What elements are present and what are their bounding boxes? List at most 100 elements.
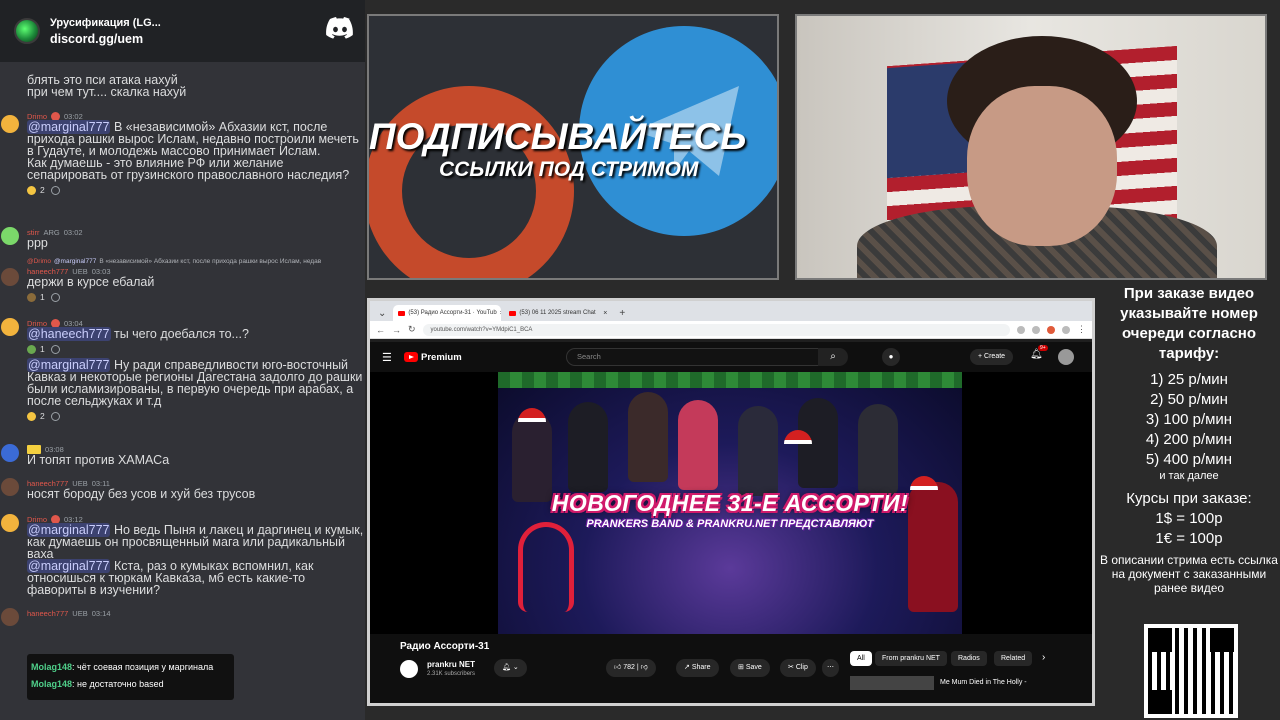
chat-message: 03:08 И топят против ХАМАСа [0,440,365,474]
youtube-header: ☰ Premium Search ⌕ ● + Create 🔔︎ 9+ [370,342,1092,372]
profile-icon[interactable] [1062,325,1070,334]
banner-subtitle: ССЫЛКИ ПОД СТРИМОМ [439,158,699,181]
emoji-icon [27,185,36,195]
menu-icon[interactable]: ⋮ [1077,324,1086,335]
tab-youtube[interactable]: (53) Радио Ассорти-31 · YouTub× [393,305,502,321]
subscribe-bell-button[interactable]: 🔔︎ ⌄ [494,659,527,677]
new-tab-button[interactable]: + [615,308,629,319]
rate-usd: 1$ = 100р [1155,510,1223,527]
search-input[interactable]: Search [566,348,846,366]
tariff-item: 4) 200 р/мин [1145,431,1233,448]
channel-avatar[interactable] [400,660,418,678]
youtube-play-icon [404,352,418,362]
close-tab-icon[interactable]: × [603,310,607,317]
avatar[interactable] [1,227,19,245]
add-reaction-icon[interactable] [50,411,60,421]
tab-bar: ⌄ (53) Радио Ассорти-31 · YouTub× (53) 0… [370,301,1092,321]
hamburger-menu-icon[interactable]: ☰ [382,351,404,364]
chevron-right-icon[interactable]: › [1042,652,1045,663]
suggested-title: Me Mum Died in The Holly - [940,679,1027,686]
reaction[interactable]: 2 [27,185,45,195]
create-label: Create [984,353,1006,360]
tariff-item: 5) 400 р/мин [1145,451,1233,468]
browser-window: ⌄ (53) Радио Ассорти-31 · YouTub× (53) 0… [367,298,1095,706]
reply-preview[interactable]: @Drimo @marginal777 В «независимой» Абха… [0,256,365,266]
tab-search-icon[interactable]: ⌄ [374,308,390,319]
clip-label: Clip [795,664,808,671]
chip-radios[interactable]: Radios [951,651,987,666]
banner-title: ПОДПИСЫВАЙТЕСЬ [369,116,747,157]
discord-header: Урусификация (LG... discord.gg/uem [0,0,365,62]
add-reaction-icon[interactable] [50,292,60,302]
chat-message: блять это пси атака нахуй при чем тут...… [0,62,365,103]
tab-title: (53) Радио Ассорти-31 · YouTub [408,310,497,316]
chip-from-channel[interactable]: From prankru NET [875,651,947,666]
close-tab-icon[interactable]: × [500,310,502,317]
reply-user: @Drimo [27,257,51,265]
server-icon[interactable] [14,18,40,44]
qr-code [1144,624,1238,718]
like-count: 782 [623,664,635,671]
avatar[interactable] [1,608,19,626]
avatar[interactable] [1,318,19,336]
mention[interactable]: @haneech777 [27,327,111,341]
phone-icon [518,522,574,612]
message-text: Как думаешь - это влияние РФ или желание… [27,156,350,182]
tab-title: (53) 06 11 2025 stream Chat [519,310,596,316]
add-reaction-icon[interactable] [50,185,60,195]
chat-message: Drimo 03:02 @marginal777 В «независимой» … [0,103,365,221]
message-text: при чем тут.... скалка нахуй [27,85,187,99]
suggested-video[interactable]: Me Mum Died in The Holly - [850,676,1050,692]
like-button[interactable]: 👍︎ 782 | 👎︎ [606,659,656,677]
notification-badge: 9+ [1038,345,1048,351]
video-thumbnail: НОВОГОДНЕЕ 31-Е АССОРТИ! PRANKERS BAND &… [498,372,962,634]
reply-mention: @marginal777 [53,257,97,265]
extension-icon[interactable] [1047,325,1055,334]
extension-icon[interactable] [1017,325,1025,334]
avatar[interactable] [1,115,19,133]
tab-chat[interactable]: (53) 06 11 2025 stream Chat × [504,305,612,321]
add-reaction-icon[interactable] [50,344,60,354]
reaction[interactable]: 2 [27,411,45,421]
tariff-item: 2) 50 р/мин [1150,391,1228,408]
reaction[interactable]: 1 [27,344,45,354]
forward-icon[interactable]: → [392,325,401,335]
avatar[interactable] [1,514,19,532]
chat-message: haneech777 UEB 03:11 носят бороду без усов… [0,474,365,506]
avatar[interactable] [1,444,19,462]
microphone-icon[interactable]: ● [882,348,900,366]
user-avatar[interactable] [1058,349,1074,365]
create-button[interactable]: + Create [970,349,1014,365]
address-bar: ← → ↻ youtube.com/watch?v=YMdpiC1_BCA ⋮ [370,321,1092,339]
share-button[interactable]: ↗ Share [676,659,719,677]
reaction[interactable]: 1 [27,292,45,302]
logo-text: Premium [421,351,462,363]
emoji-icon [27,411,36,421]
reaction-count: 2 [40,411,45,421]
avatar[interactable] [1,268,19,286]
stream-chat-overlay: Molag148: чёт соевая позиция у маргинала… [27,654,234,700]
youtube-logo[interactable]: Premium [404,352,462,363]
save-button[interactable]: ⊞ Save [730,659,770,677]
extension-icon[interactable] [1032,325,1040,334]
message-text: ты чего доебался то...? [110,327,249,341]
message-text: ррр [27,236,48,250]
server-invite-link[interactable]: discord.gg/uem [50,32,161,46]
user-tag: UEB [72,608,88,618]
chat-message: stirr ARG 03:02 ррр [0,221,365,256]
chip-related[interactable]: Related [994,651,1033,666]
avatar[interactable] [1,478,19,496]
order-heading: При заказе видео указывайте номер очеред… [1120,285,1258,362]
back-icon[interactable]: ← [376,325,385,335]
timestamp: 03:02 [63,227,83,237]
more-actions-icon[interactable]: ⋯ [822,659,839,677]
chat-message: haneech777 UEB 03:03 держи в курсе ебалай … [0,266,365,312]
channel-name[interactable]: prankru NET [427,660,475,669]
reload-icon[interactable]: ↻ [408,324,416,335]
url-field[interactable]: youtube.com/watch?v=YMdpiC1_BCA [422,323,1010,336]
video-player[interactable]: НОВОГОДНЕЕ 31-Е АССОРТИ! PRANKERS BAND &… [370,372,1092,634]
clip-button[interactable]: ✂ Clip [780,659,816,677]
username[interactable]: haneech777 [27,609,68,618]
chip-all[interactable]: All [850,651,872,666]
search-icon[interactable]: ⌕ [818,348,848,366]
